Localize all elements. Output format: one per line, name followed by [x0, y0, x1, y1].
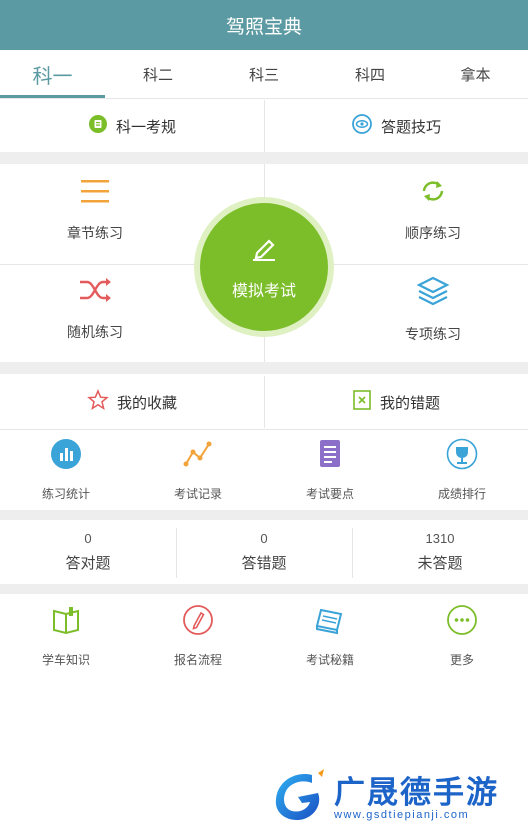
mock-exam-label: 模拟考试: [231, 282, 296, 300]
unanswered-count: 1310: [425, 531, 455, 546]
bar-chart-icon: [50, 438, 82, 475]
mock-exam-button[interactable]: 模拟考试: [200, 203, 328, 331]
divider: [0, 98, 528, 99]
random-practice[interactable]: 随机练习: [0, 275, 190, 360]
document-icon: [316, 438, 344, 475]
exam-points[interactable]: 考试要点: [264, 438, 396, 508]
more-icon: [446, 604, 478, 641]
exam-points-label: 考试要点: [305, 487, 354, 501]
tab-subject-1[interactable]: 科一: [0, 50, 105, 98]
watermark: 广晟德手游 www.gsdtiepianji.com: [268, 765, 528, 837]
driving-knowledge[interactable]: 学车知识: [0, 604, 132, 674]
tab-subject-4[interactable]: 科四: [317, 50, 423, 98]
section-gap: [0, 152, 528, 164]
sequence-practice-label: 顺序练习: [405, 225, 461, 241]
favorites-link[interactable]: 我的收藏: [0, 376, 264, 428]
book-icon: [50, 604, 82, 641]
driving-knowledge-label: 学车知识: [41, 653, 90, 667]
error-book-icon: [352, 389, 372, 415]
watermark-brand: 广晟德手游: [334, 775, 499, 810]
tips-label: 答题技巧: [380, 118, 441, 136]
subject-tabs: 科一 科二 科三 科四 拿本: [0, 50, 528, 98]
chapter-practice[interactable]: 章节练习: [0, 176, 190, 261]
watermark-logo-icon: [275, 769, 324, 821]
watermark-url: www.gsdtiepianji.com: [334, 809, 470, 821]
practice-stats-label: 练习统计: [41, 487, 90, 501]
unanswered-label: 未答题: [417, 555, 463, 572]
favorites-label: 我的收藏: [116, 394, 177, 412]
exam-records-label: 考试记录: [173, 487, 222, 501]
notebook-icon: [313, 604, 347, 641]
wrong-stat[interactable]: 0 答错题: [176, 524, 352, 580]
chapter-practice-label: 章节练习: [67, 225, 123, 241]
refresh-icon: [417, 176, 449, 211]
correct-stat[interactable]: 0 答对题: [0, 524, 176, 580]
trophy-icon: [446, 438, 478, 475]
section-gap: [0, 584, 528, 594]
registration-process[interactable]: 报名流程: [132, 604, 264, 674]
app-title: 驾照宝典: [225, 16, 302, 38]
mistakes-link[interactable]: 我的错题: [264, 376, 528, 428]
unanswered-stat[interactable]: 1310 未答题: [352, 524, 528, 580]
correct-count: 0: [84, 531, 92, 546]
score-ranking-label: 成绩排行: [437, 487, 486, 501]
list-icon: [78, 176, 112, 211]
score-ranking[interactable]: 成绩排行: [396, 438, 528, 508]
section-gap: [0, 362, 528, 374]
tab-subject-3[interactable]: 科三: [211, 50, 317, 98]
tips-link[interactable]: 答题技巧: [264, 100, 528, 152]
wrong-label: 答错题: [241, 555, 287, 572]
random-practice-label: 随机练习: [67, 324, 123, 340]
rules-icon: [88, 114, 108, 138]
eye-icon: [351, 114, 373, 138]
section-gap: [0, 510, 528, 520]
more-button[interactable]: 更多: [396, 604, 528, 674]
shuffle-icon: [77, 275, 113, 310]
pen-icon: [249, 234, 279, 267]
star-icon: [87, 389, 109, 415]
pencil-circle-icon: [182, 604, 214, 641]
tab-subject-2[interactable]: 科二: [105, 50, 211, 98]
rules-label: 科一考规: [115, 118, 176, 136]
exam-records[interactable]: 考试记录: [132, 438, 264, 508]
special-practice-label: 专项练习: [405, 326, 461, 342]
practice-stats[interactable]: 练习统计: [0, 438, 132, 508]
wrong-count: 0: [260, 531, 268, 546]
more-label: 更多: [449, 653, 474, 667]
mistakes-label: 我的错题: [379, 394, 440, 412]
layers-icon: [416, 275, 450, 312]
correct-label: 答对题: [65, 555, 111, 572]
app-title-bar: 驾照宝典: [0, 0, 528, 50]
tab-get-license[interactable]: 拿本: [423, 50, 528, 98]
registration-process-label: 报名流程: [173, 653, 222, 667]
exam-secrets[interactable]: 考试秘籍: [264, 604, 396, 674]
trend-icon: [182, 438, 214, 475]
special-practice[interactable]: 专项练习: [338, 275, 528, 360]
exam-secrets-label: 考试秘籍: [305, 653, 354, 667]
rules-link[interactable]: 科一考规: [0, 100, 264, 152]
sequence-practice[interactable]: 顺序练习: [338, 176, 528, 261]
divider: [0, 429, 528, 430]
